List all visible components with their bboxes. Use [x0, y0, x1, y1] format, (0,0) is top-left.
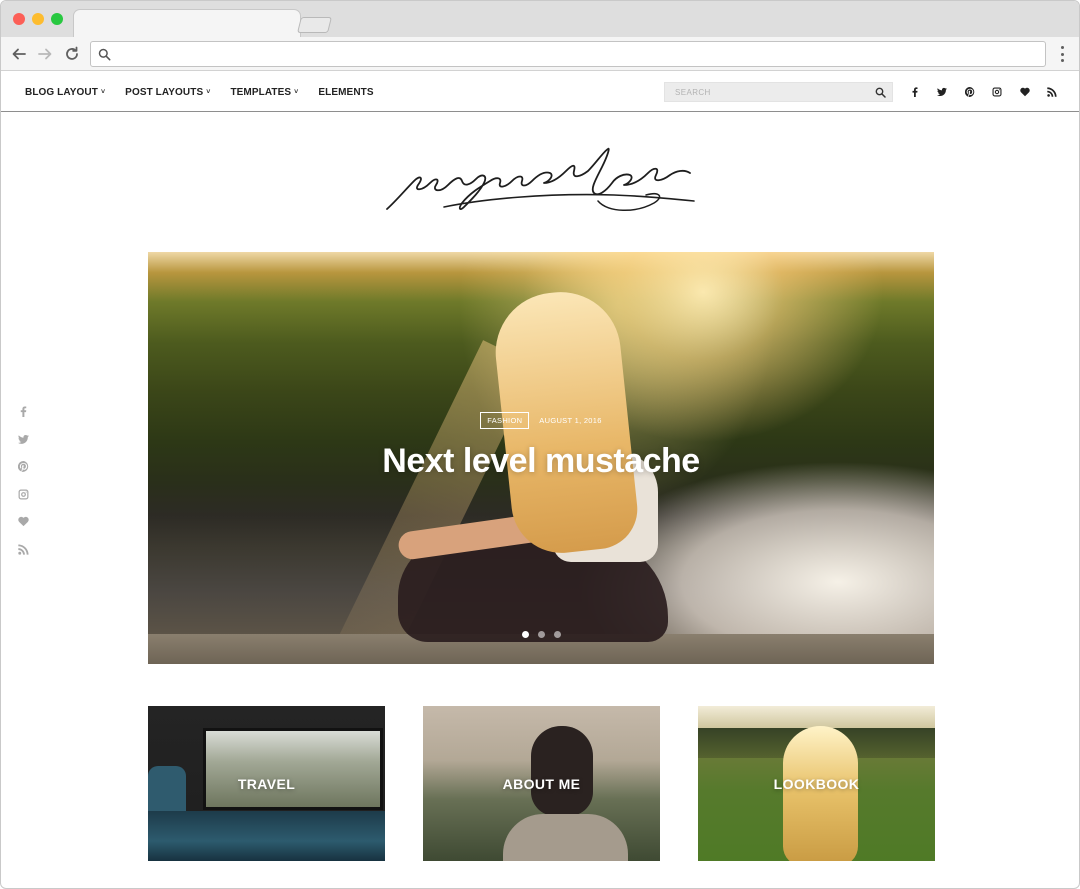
facebook-link[interactable] — [15, 398, 31, 426]
slider-pagination — [148, 631, 934, 638]
promo-image-figure — [783, 726, 858, 861]
site-search-input[interactable] — [675, 85, 865, 100]
new-tab-button[interactable] — [297, 17, 332, 33]
browser-window: BLOG LAYOUT ˅ POST LAYOUTS ˅ TEMPLATES ˅… — [0, 0, 1080, 889]
close-window-button[interactable] — [13, 13, 25, 25]
promo-box-travel[interactable]: TRAVEL — [148, 706, 385, 861]
tab-bar — [1, 1, 1079, 38]
instagram-icon — [992, 87, 1002, 97]
site-header-nav: BLOG LAYOUT ˅ POST LAYOUTS ˅ TEMPLATES ˅… — [1, 72, 1079, 112]
header-social-links — [901, 72, 1066, 112]
slider-dot[interactable] — [521, 631, 529, 638]
kebab-menu-icon — [1060, 46, 1064, 49]
post-title[interactable]: Next level mustache — [148, 442, 934, 481]
browser-tab[interactable] — [73, 9, 301, 38]
browser-menu-button[interactable] — [1055, 45, 1069, 63]
promo-image-head — [531, 726, 593, 816]
menu-item-elements[interactable]: ELEMENTS — [318, 87, 373, 98]
promo-box-lookbook[interactable]: LOOKBOOK — [698, 706, 935, 861]
rss-icon — [1047, 87, 1057, 97]
twitter-icon — [17, 434, 29, 444]
pinterest-link[interactable] — [956, 72, 984, 112]
slider-dot[interactable] — [553, 631, 561, 638]
post-meta: FASHION AUGUST 1, 2016 — [148, 412, 934, 429]
rss-icon — [17, 544, 29, 555]
kebab-dot — [1060, 52, 1064, 56]
menu-item-post-layouts[interactable]: POST LAYOUTS ˅ — [125, 87, 210, 98]
heart-icon — [17, 517, 29, 527]
instagram-link[interactable] — [15, 481, 31, 509]
heart-icon — [1020, 87, 1030, 97]
facebook-icon — [20, 406, 26, 418]
address-input[interactable] — [119, 45, 1019, 63]
twitter-icon — [937, 87, 948, 96]
slider-dot[interactable] — [537, 631, 545, 638]
menu-item-label: TEMPLATES — [230, 86, 292, 98]
main-menu: BLOG LAYOUT ˅ POST LAYOUTS ˅ TEMPLATES ˅… — [25, 72, 394, 112]
back-button[interactable] — [8, 43, 30, 65]
kebab-dot — [1060, 59, 1064, 62]
menu-item-blog-layout[interactable]: BLOG LAYOUT ˅ — [25, 87, 105, 98]
promo-image-window — [203, 728, 383, 810]
chevron-down-icon: ˅ — [100, 88, 106, 96]
pinterest-icon — [964, 87, 975, 97]
floating-social-bar — [15, 398, 31, 563]
chevron-down-icon: ˅ — [294, 88, 299, 96]
twitter-link[interactable] — [15, 426, 31, 454]
forward-button[interactable] — [34, 43, 56, 65]
pinterest-link[interactable] — [15, 453, 31, 481]
search-icon[interactable] — [875, 87, 886, 98]
reload-button[interactable] — [61, 43, 83, 65]
promo-label: LOOKBOOK — [773, 775, 860, 792]
promo-label: TRAVEL — [237, 775, 296, 792]
twitter-link[interactable] — [929, 72, 957, 112]
promo-image-shoulders — [503, 814, 628, 861]
arrow-right-icon — [38, 48, 52, 60]
arrow-left-icon — [12, 48, 26, 60]
promo-box-about-me[interactable]: ABOUT ME — [423, 706, 660, 861]
promo-image-seat — [148, 811, 385, 861]
minimize-window-button[interactable] — [32, 13, 44, 25]
facebook-icon — [912, 87, 918, 97]
menu-item-templates[interactable]: TEMPLATES ˅ — [230, 87, 298, 98]
maximize-window-button[interactable] — [51, 13, 63, 25]
site-logo[interactable] — [384, 141, 698, 221]
hero-slider[interactable]: FASHION AUGUST 1, 2016 Next level mustac… — [148, 252, 934, 664]
instagram-icon — [18, 489, 28, 500]
facebook-link[interactable] — [901, 72, 929, 112]
chevron-down-icon: ˅ — [206, 88, 211, 96]
pinterest-icon — [17, 461, 28, 473]
reload-icon — [66, 46, 78, 60]
post-category-badge[interactable]: FASHION — [480, 412, 530, 429]
rss-link[interactable] — [15, 536, 31, 564]
browser-toolbar — [1, 37, 1079, 71]
menu-item-label: ELEMENTS — [318, 86, 374, 98]
bloglovin-link[interactable] — [1011, 72, 1039, 112]
rss-link[interactable] — [1039, 72, 1067, 112]
address-bar[interactable] — [90, 41, 1046, 67]
bloglovin-link[interactable] — [15, 508, 31, 536]
promo-label: ABOUT ME — [502, 775, 581, 792]
post-date: AUGUST 1, 2016 — [539, 416, 602, 425]
instagram-link[interactable] — [984, 72, 1012, 112]
search-icon — [98, 48, 111, 61]
menu-item-label: POST LAYOUTS — [125, 86, 204, 98]
menu-item-label: BLOG LAYOUT — [25, 86, 98, 98]
site-search — [664, 82, 893, 102]
